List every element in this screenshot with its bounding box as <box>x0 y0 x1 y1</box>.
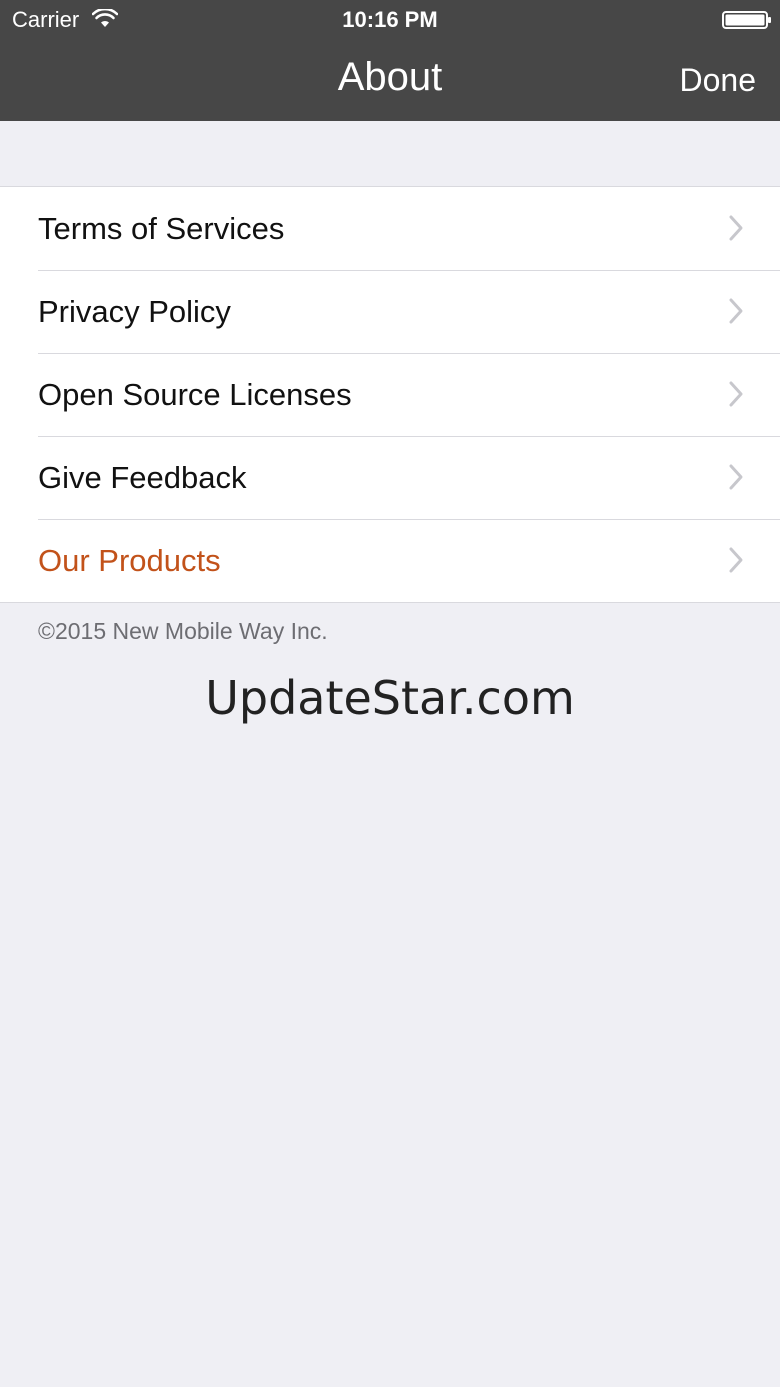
about-menu-list: Terms of Services Privacy Policy Open So… <box>0 186 780 603</box>
list-item-privacy-policy[interactable]: Privacy Policy <box>0 270 780 353</box>
battery-icon <box>722 11 771 29</box>
list-item-label: Our Products <box>38 543 221 578</box>
page-title: About <box>337 55 443 99</box>
chevron-right-icon <box>729 547 743 573</box>
watermark-text: UpdateStar.com <box>205 671 575 725</box>
list-item-label: Open Source Licenses <box>38 377 352 412</box>
list-item-label: Give Feedback <box>38 460 247 495</box>
list-item-our-products[interactable]: Our Products <box>0 519 780 602</box>
list-item-terms-of-services[interactable]: Terms of Services <box>0 187 780 270</box>
copyright-text: ©2015 New Mobile Way Inc. <box>38 618 328 644</box>
navigation-bar: Carrier 10:16 PM About Done <box>0 0 780 121</box>
list-item-label: Terms of Services <box>38 211 285 246</box>
chevron-right-icon <box>729 298 743 324</box>
chevron-right-icon <box>729 215 743 241</box>
status-time: 10:16 PM <box>342 7 438 32</box>
status-bar: Carrier 10:16 PM <box>0 0 780 40</box>
done-button[interactable]: Done <box>680 60 757 100</box>
list-item-open-source-licenses[interactable]: Open Source Licenses <box>0 353 780 436</box>
list-item-give-feedback[interactable]: Give Feedback <box>0 436 780 519</box>
chevron-right-icon <box>729 381 743 407</box>
chevron-right-icon <box>729 464 743 490</box>
list-item-label: Privacy Policy <box>38 294 231 329</box>
